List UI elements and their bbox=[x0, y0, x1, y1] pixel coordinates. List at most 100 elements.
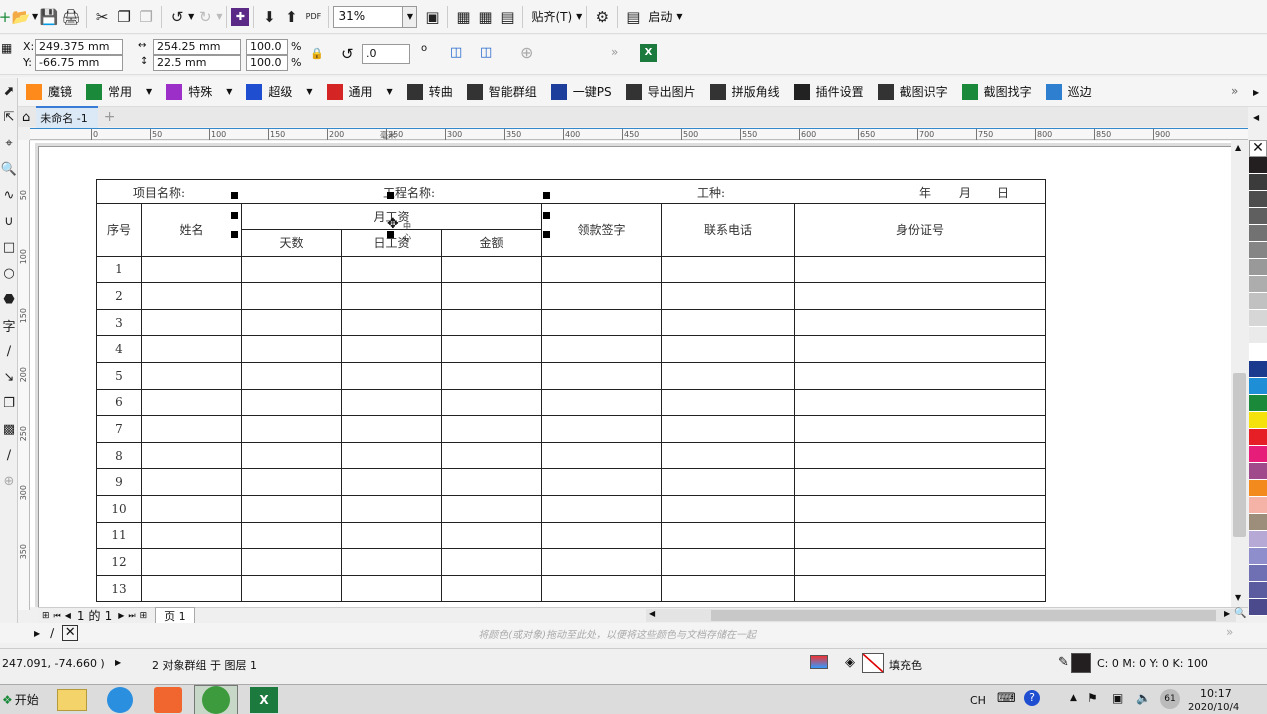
mirror-vertical-icon[interactable]: ◫ bbox=[480, 45, 492, 60]
selection-handle[interactable] bbox=[231, 231, 238, 238]
color-swatch[interactable] bbox=[1249, 310, 1267, 327]
fill-none-swatch[interactable] bbox=[862, 653, 884, 673]
last-page-icon[interactable]: ⏭ bbox=[128, 611, 135, 621]
add-page-before-icon[interactable]: ⊞ bbox=[42, 611, 50, 621]
plugin-button[interactable]: 魔镜 bbox=[26, 83, 72, 100]
scroll-up-icon[interactable]: ▲ bbox=[1235, 143, 1241, 152]
scroll-right-icon[interactable]: ▶ bbox=[1224, 609, 1230, 618]
help-icon[interactable]: ? bbox=[1024, 690, 1040, 706]
ellipse-tool-icon[interactable]: ○ bbox=[0, 260, 18, 286]
selection-handle[interactable] bbox=[231, 212, 238, 219]
grid-icon[interactable]: ▦ bbox=[474, 6, 496, 28]
connector-tool-icon[interactable]: ↘ bbox=[0, 364, 18, 390]
plugin-button[interactable]: 导出图片 bbox=[625, 83, 696, 100]
undo-icon[interactable]: ↺ bbox=[166, 6, 188, 28]
selection-handle[interactable] bbox=[543, 231, 550, 238]
taskbar-app-orange[interactable] bbox=[146, 685, 190, 714]
pick-tool-icon[interactable]: ⬈ bbox=[0, 78, 18, 104]
polygon-tool-icon[interactable]: ⬣ bbox=[0, 286, 18, 312]
zoom-tool-icon[interactable]: 🔍 bbox=[0, 156, 18, 182]
color-swatch[interactable] bbox=[1249, 599, 1267, 616]
color-swatch[interactable] bbox=[1249, 582, 1267, 599]
color-swatch[interactable] bbox=[1249, 327, 1267, 344]
tray-expand-icon[interactable]: ▲ bbox=[1070, 693, 1077, 703]
plugin-bar-more-icon[interactable]: » bbox=[1231, 84, 1238, 98]
taskbar-coreldraw[interactable] bbox=[194, 684, 238, 714]
plugin-button[interactable]: 巡边 bbox=[1045, 83, 1092, 100]
open-folder-icon[interactable]: 📂 bbox=[10, 6, 32, 28]
zoom-level-field[interactable]: 31% bbox=[333, 5, 404, 28]
next-page-icon[interactable]: ▶ bbox=[118, 611, 124, 620]
selection-handle[interactable] bbox=[387, 231, 394, 238]
options-gear-icon[interactable]: ⚙ bbox=[591, 6, 613, 28]
color-swatch[interactable] bbox=[1249, 225, 1267, 242]
vertical-scrollbar[interactable]: ▲ ▼ bbox=[1231, 141, 1248, 607]
rulers-icon[interactable]: ▦ bbox=[452, 6, 474, 28]
crop-tool-icon[interactable]: ⌖ bbox=[0, 130, 18, 156]
color-swatch[interactable] bbox=[1249, 412, 1267, 429]
rotation-angle-field[interactable]: .0 bbox=[362, 44, 410, 64]
redo-dropdown-icon[interactable]: ▼ bbox=[216, 12, 222, 21]
more-chevron-icon[interactable]: » bbox=[611, 45, 618, 59]
drop-shadow-icon[interactable]: ❐ bbox=[0, 390, 18, 416]
plugin-dropdown-icon[interactable]: ▼ bbox=[387, 87, 393, 96]
guidelines-icon[interactable]: ▤ bbox=[496, 6, 518, 28]
vertical-ruler[interactable]: 50 100 150 200 250 300 350 bbox=[18, 140, 30, 610]
color-swatch[interactable] bbox=[1249, 514, 1267, 531]
publish-pdf-icon[interactable]: PDF bbox=[302, 6, 324, 28]
palette-up-icon[interactable]: ▶ bbox=[1253, 88, 1259, 97]
color-proof-icon[interactable] bbox=[810, 655, 828, 669]
color-swatch[interactable] bbox=[1249, 378, 1267, 395]
object-height-field[interactable]: 22.5 mm bbox=[153, 55, 241, 71]
selection-handle[interactable] bbox=[387, 192, 394, 199]
lock-ratio-icon[interactable]: 🔒 bbox=[310, 47, 324, 60]
text-tool-icon[interactable]: 字 bbox=[0, 312, 18, 338]
color-swatch[interactable] bbox=[1249, 395, 1267, 412]
horizontal-ruler[interactable]: 0 50 100 150 200 250 300 350 400 450 500 550 600 650 7… bbox=[30, 128, 1248, 140]
transparency-icon[interactable]: ▩ bbox=[0, 416, 18, 442]
plugin-dropdown-icon[interactable]: ▼ bbox=[226, 87, 232, 96]
scroll-down-icon[interactable]: ▼ bbox=[1235, 593, 1241, 602]
artistic-media-icon[interactable]: ∪ bbox=[0, 208, 18, 234]
first-page-icon[interactable]: ⏮ bbox=[54, 611, 61, 621]
search-content-icon[interactable]: ✚ bbox=[231, 7, 250, 26]
palette-menu-icon[interactable]: ▶ bbox=[34, 629, 40, 638]
mirror-horizontal-icon[interactable]: ◫ bbox=[450, 45, 462, 60]
copy-icon[interactable]: ❐ bbox=[113, 6, 135, 28]
object-width-field[interactable]: 254.25 mm bbox=[153, 39, 241, 55]
color-swatch[interactable] bbox=[1249, 242, 1267, 259]
start-button[interactable]: ❖ 开始 bbox=[0, 685, 50, 714]
current-page[interactable]: 1 bbox=[77, 609, 85, 623]
zoom-dropdown-icon[interactable]: ▼ bbox=[403, 5, 418, 28]
plugin-button[interactable]: 智能群组 bbox=[466, 83, 537, 100]
excel-icon[interactable]: X bbox=[640, 44, 657, 62]
color-swatch[interactable] bbox=[1249, 531, 1267, 548]
snap-to-button[interactable]: 贴齐(T) bbox=[531, 8, 572, 25]
h-scroll-thumb[interactable] bbox=[711, 610, 1216, 621]
color-swatch[interactable] bbox=[1249, 174, 1267, 191]
color-swatch[interactable] bbox=[1249, 361, 1267, 378]
add-page-after-icon[interactable]: ⊞ bbox=[140, 611, 148, 621]
parallel-dimension-icon[interactable]: ∕ bbox=[0, 338, 18, 364]
new-document-icon[interactable]: + bbox=[0, 6, 11, 28]
object-origin-icon[interactable]: ▦ bbox=[1, 41, 12, 55]
drawing-canvas[interactable]: 项目名称: 工程名称: 工种: 年 月 日 序号 姓名 月工资 领款签字 联系电… bbox=[30, 141, 1231, 607]
application-launcher-button[interactable]: 启动 bbox=[648, 8, 672, 25]
outline-color-swatch[interactable] bbox=[1071, 653, 1091, 673]
plugin-button[interactable]: 插件设置 bbox=[793, 83, 864, 100]
plugin-button[interactable]: 特殊 ▼ bbox=[166, 83, 232, 100]
clock-date[interactable]: 2020/10/4 bbox=[1188, 702, 1239, 713]
scroll-thumb[interactable] bbox=[1233, 373, 1246, 537]
color-swatch[interactable] bbox=[1249, 259, 1267, 276]
paste-icon[interactable]: ❐ bbox=[135, 6, 157, 28]
flag-icon[interactable]: ⚑ bbox=[1087, 691, 1098, 705]
color-swatch[interactable] bbox=[1249, 429, 1267, 446]
color-swatch[interactable] bbox=[1249, 480, 1267, 497]
plugin-dropdown-icon[interactable]: ▼ bbox=[146, 87, 152, 96]
volume-icon[interactable]: 🔈 bbox=[1136, 691, 1151, 705]
page-tab[interactable]: 页 1 bbox=[155, 607, 195, 624]
plugin-button[interactable]: 超级 ▼ bbox=[246, 83, 313, 100]
taskbar-excel[interactable]: X bbox=[242, 685, 286, 714]
taskbar-explorer[interactable] bbox=[50, 685, 94, 714]
color-swatch[interactable] bbox=[1249, 344, 1267, 361]
